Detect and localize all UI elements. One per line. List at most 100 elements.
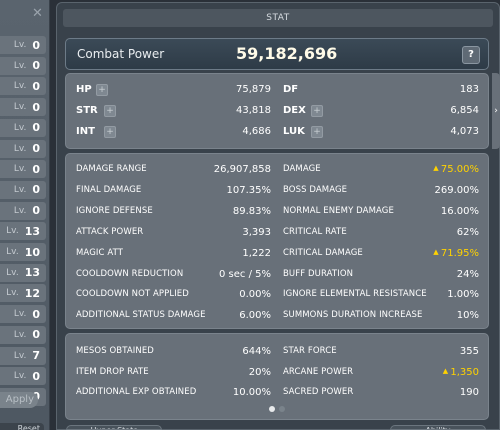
level-row: Lv. 10: [0, 243, 46, 261]
level-row: Lv. 0: [0, 201, 46, 220]
add-point-button[interactable]: +: [104, 126, 116, 138]
stat-value-text: 10.00%: [232, 387, 271, 398]
level-row: Lv. 0: [0, 160, 46, 179]
add-point-button[interactable]: +: [104, 105, 116, 117]
ability-button[interactable]: Ability: [390, 425, 486, 430]
stat-value: 10.00%: [233, 387, 271, 398]
stat-row: BOSS DAMAGE 269.00%: [283, 183, 479, 199]
level-prefix: Lv.: [13, 371, 27, 382]
level-value: 0: [32, 183, 40, 197]
stat-label: MESOS OBTAINED: [76, 346, 154, 356]
level-prefix: Lv.: [13, 164, 27, 175]
stat-value: 355: [460, 346, 479, 357]
stat-label: COOLDOWN NOT APPLIED: [76, 289, 189, 300]
combat-power-label: Combat Power: [77, 47, 165, 61]
level-prefix: Lv.: [6, 267, 19, 278]
stat-row: DAMAGE ▲ 75.00%: [283, 162, 479, 178]
stat-value: 0 sec / 5%: [219, 269, 271, 280]
stat-value-text: 1.00%: [447, 289, 479, 301]
level-row: Lv. 12: [0, 284, 46, 303]
stat-row-luk: LUK +4,073: [283, 124, 479, 140]
increase-arrow-icon: ▲: [433, 164, 441, 172]
close-icon[interactable]: ✕: [32, 6, 43, 21]
stat-label: DEX: [283, 105, 306, 116]
add-point-button[interactable]: +: [311, 105, 323, 117]
stat-value: 107.35%: [227, 185, 272, 196]
level-prefix: Lv.: [13, 40, 27, 50]
level-value: 7: [32, 349, 40, 362]
stat-label: DAMAGE: [283, 164, 321, 174]
stat-label: DF: [283, 84, 299, 95]
stat-row: IGNORE DEFENSE 89.83%: [76, 204, 271, 220]
stat-value-text: 1,350: [450, 366, 479, 378]
stat-value-text: 1,222: [242, 247, 271, 259]
stat-label: CRITICAL RATE: [283, 226, 347, 237]
level-prefix: Lv.: [13, 102, 27, 113]
stat-row: MAGIC ATT 1,222: [76, 246, 271, 262]
level-row: Lv. 0: [0, 139, 46, 158]
page-dot-active[interactable]: [269, 406, 275, 412]
level-prefix: Lv.: [13, 205, 27, 216]
stat-value: 1.00%: [447, 289, 479, 300]
add-point-button[interactable]: +: [96, 84, 108, 96]
stat-row-dex: DEX +6,854: [283, 103, 479, 119]
level-prefix: Lv.: [6, 247, 19, 257]
level-row: Lv. 0: [0, 325, 46, 344]
help-button[interactable]: ?: [462, 46, 480, 64]
reset-button[interactable]: Reset: [0, 423, 44, 430]
apply-button[interactable]: Apply: [0, 392, 38, 408]
stat-value: 75,879: [236, 84, 271, 95]
stat-label: STR: [76, 105, 98, 116]
stat-row: ADDITIONAL EXP OBTAINED 10.00%: [76, 385, 271, 401]
stat-label: BOSS DAMAGE: [283, 184, 348, 195]
stat-value: 269.00%: [435, 185, 480, 196]
level-value: 0: [32, 328, 40, 342]
level-value: 0: [32, 307, 40, 321]
stat-label: HP: [76, 84, 92, 95]
stat-row: ATTACK POWER 3,393: [76, 225, 271, 241]
hyper-stats-button[interactable]: Hyper Stats: [66, 425, 162, 430]
add-point-button[interactable]: +: [311, 126, 323, 138]
level-value: 0: [32, 79, 40, 93]
level-value: 10: [24, 245, 40, 259]
level-row: Lv. 13: [0, 263, 46, 282]
page-dot[interactable]: [279, 406, 285, 412]
stat-row: ARCANE POWER ▲ 1,350: [283, 365, 479, 381]
stat-row: STAR FORCE 355: [283, 344, 479, 360]
level-value: 0: [32, 369, 40, 383]
stat-value: 4,073: [450, 126, 479, 137]
stat-label: ARCANE POWER: [283, 366, 354, 377]
level-row: Lv. 0: [0, 98, 46, 117]
stat-row: IGNORE ELEMENTAL RESISTANCE 1.00%: [283, 287, 479, 303]
stat-row: ADDITIONAL STATUS DAMAGE 6.00%: [76, 308, 271, 324]
level-value: 0: [32, 162, 40, 176]
stat-label: SUMMONS DURATION INCREASE: [283, 310, 423, 321]
stat-value: 190: [460, 387, 479, 398]
stat-label: NORMAL ENEMY DAMAGE: [283, 205, 394, 216]
stat-row: COOLDOWN REDUCTION 0 sec / 5%: [76, 267, 271, 283]
stat-label: MAGIC ATT: [76, 247, 124, 258]
stat-value: ▲ 71.95%: [433, 248, 479, 259]
level-prefix: Lv.: [13, 329, 27, 340]
stat-value: 43,818: [236, 105, 271, 116]
level-value: 12: [24, 286, 40, 300]
combat-power-box: Combat Power 59,182,696 ?: [65, 38, 489, 70]
stat-value: 3,393: [242, 227, 271, 238]
level-prefix: Lv.: [13, 350, 27, 361]
level-value: 0: [32, 59, 40, 73]
stat-value: ▲ 1,350: [443, 367, 479, 378]
level-prefix: Lv.: [13, 122, 27, 133]
stat-row: BUFF DURATION 24%: [283, 267, 479, 283]
stat-label: LUK: [283, 126, 305, 137]
stat-value: 16.00%: [441, 206, 479, 217]
stat-value-text: 190: [459, 387, 479, 398]
stat-value: 24%: [457, 269, 479, 280]
stat-label: ATTACK POWER: [76, 226, 144, 237]
expand-arrow-icon[interactable]: ›: [492, 73, 500, 149]
stat-value-text: 0 sec / 5%: [219, 268, 271, 280]
level-prefix: Lv.: [13, 81, 27, 92]
stat-label: COOLDOWN REDUCTION: [76, 268, 184, 279]
stat-row: MESOS OBTAINED 644%: [76, 344, 271, 360]
stat-value: 0.00%: [239, 289, 271, 300]
stat-row: COOLDOWN NOT APPLIED 0.00%: [76, 287, 271, 303]
